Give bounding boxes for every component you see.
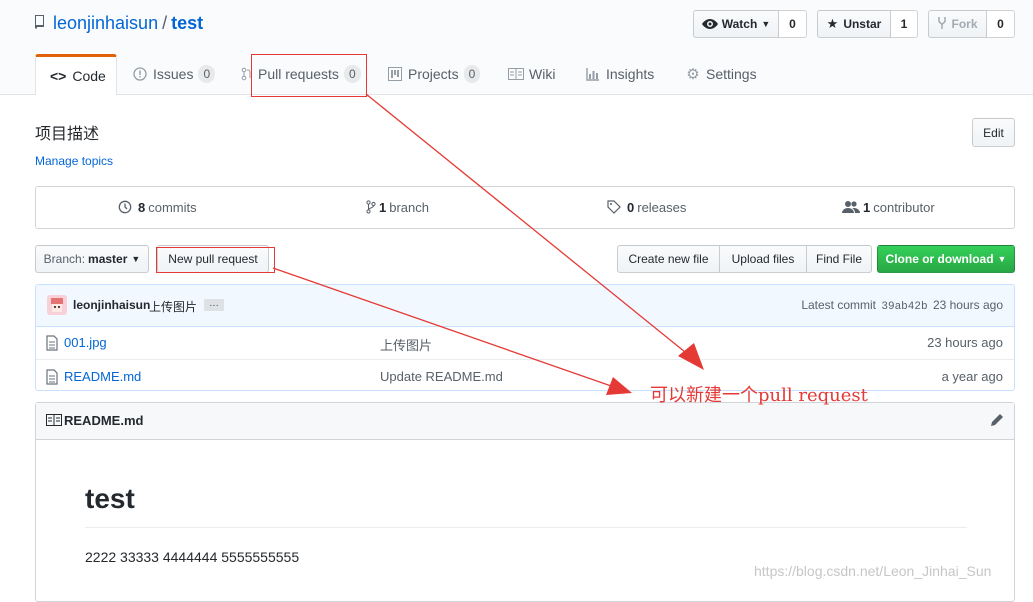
readme-body: 2222 33333 4444444 5555555555 <box>85 549 300 565</box>
releases-link[interactable]: 0 releases <box>606 199 686 215</box>
tab-wiki[interactable]: Wiki <box>508 54 555 94</box>
file-name-link[interactable]: README.md <box>64 369 141 384</box>
contributors-link[interactable]: 1 contributor <box>842 199 935 215</box>
numbers-summary: 8 commits 1 branch 0 releases 1 contribu… <box>35 186 1015 229</box>
fork-label: Fork <box>951 17 978 31</box>
unstar-button[interactable]: ★ Unstar <box>817 10 891 38</box>
file-commit-message[interactable]: Update README.md <box>380 369 503 384</box>
find-file-button[interactable]: Find File <box>806 245 872 273</box>
upload-files-button[interactable]: Upload files <box>719 245 807 273</box>
pull-requests-highlight-box <box>251 54 367 97</box>
watch-count[interactable]: 0 <box>779 10 807 38</box>
file-name-link[interactable]: 001.jpg <box>64 335 107 350</box>
graph-icon <box>585 66 601 82</box>
file-age: 23 hours ago <box>927 335 1003 350</box>
people-icon <box>842 199 860 215</box>
chevron-down-icon: ▼ <box>997 254 1007 264</box>
commit-sha[interactable]: 39ab42b <box>881 301 927 313</box>
repo-owner-link[interactable]: leonjinhaisun <box>53 13 158 33</box>
branch-select-button[interactable]: Branch: master ▼ <box>35 245 149 273</box>
releases-count: 0 <box>627 199 635 215</box>
commit-message[interactable]: 上传图片 <box>149 298 197 315</box>
star-count[interactable]: 1 <box>891 10 918 38</box>
file-listing: leonjinhaisun 上传图片 … Latest commit 39ab4… <box>35 284 1015 391</box>
tab-code[interactable]: <> Code <box>35 54 117 95</box>
tab-issues[interactable]: Issues 0 <box>132 54 216 94</box>
clone-or-download-button[interactable]: Clone or download ▼ <box>877 245 1015 273</box>
tab-settings-label: Settings <box>706 66 757 82</box>
branch-name: master <box>88 252 128 266</box>
tag-icon <box>606 199 622 215</box>
table-row[interactable]: 001.jpg 上传图片 23 hours ago <box>36 326 1014 359</box>
fork-count[interactable]: 0 <box>987 10 1015 38</box>
projects-counter: 0 <box>463 65 481 83</box>
new-pull-request-highlight-box <box>156 247 275 273</box>
repo-name-link[interactable]: test <box>171 13 203 33</box>
latest-commit-prefix: Latest commit <box>801 298 877 312</box>
branch-count: 1 <box>379 199 387 215</box>
eye-icon <box>701 16 718 32</box>
create-new-file-button[interactable]: Create new file <box>617 245 720 273</box>
latest-commit-bar: leonjinhaisun 上传图片 … Latest commit 39ab4… <box>36 285 1014 327</box>
tab-settings[interactable]: ⚙ Settings <box>685 54 757 94</box>
contributor-count: 1 <box>863 199 871 215</box>
git-branch-icon <box>366 199 376 215</box>
chevron-down-icon: ▼ <box>761 19 771 29</box>
latest-commit-age: 23 hours ago <box>932 298 1003 312</box>
avatar[interactable] <box>47 295 67 315</box>
annotation-text: 可以新建一个pull request <box>650 385 868 406</box>
project-icon <box>387 66 403 82</box>
issue-opened-icon <box>132 66 148 82</box>
chevron-down-icon: ▼ <box>131 254 141 264</box>
repo-separator: / <box>162 13 168 33</box>
commit-author[interactable]: leonjinhaisun <box>73 298 150 312</box>
file-icon <box>46 369 58 388</box>
manage-topics-link[interactable]: Manage topics <box>35 154 113 168</box>
commits-link[interactable]: 8 commits <box>117 199 197 215</box>
fork-icon <box>937 16 947 33</box>
releases-label: releases <box>637 199 687 215</box>
book-icon <box>508 66 524 82</box>
commits-label: commits <box>148 199 197 215</box>
commits-count: 8 <box>138 199 146 215</box>
watch-label: Watch <box>721 17 758 31</box>
edit-button[interactable]: Edit <box>972 118 1015 147</box>
history-icon <box>117 199 133 215</box>
branches-link[interactable]: 1 branch <box>366 199 429 215</box>
tab-projects[interactable]: Projects 0 <box>387 54 481 94</box>
clone-label: Clone or download <box>885 252 994 266</box>
tab-insights-label: Insights <box>606 66 655 82</box>
tab-projects-label: Projects <box>408 66 459 82</box>
file-icon <box>46 335 58 354</box>
pencil-icon[interactable] <box>990 413 1004 430</box>
readme-header: README.md <box>36 403 1014 440</box>
tab-issues-label: Issues <box>153 66 194 82</box>
gear-icon: ⚙ <box>686 66 700 83</box>
star-icon: ★ <box>826 16 839 31</box>
fork-button[interactable]: Fork <box>928 10 987 38</box>
repo-description: 项目描述 <box>35 126 100 143</box>
contributor-label: contributor <box>873 199 935 215</box>
repo-icon <box>34 14 46 30</box>
tab-wiki-label: Wiki <box>529 66 556 82</box>
file-commit-message[interactable]: 上传图片 <box>380 335 432 354</box>
branch-label: branch <box>389 199 429 215</box>
file-age: a year ago <box>941 369 1003 384</box>
heading-divider <box>85 527 967 528</box>
readme-heading: test <box>85 483 135 514</box>
watch-button[interactable]: Watch ▼ <box>693 10 779 38</box>
code-icon: <> <box>50 68 67 84</box>
issues-counter: 0 <box>198 65 216 83</box>
unstar-label: Unstar <box>843 17 882 31</box>
latest-commit-info: Latest commit 39ab42b 23 hours ago <box>801 298 1003 313</box>
branch-prefix: Branch: <box>43 252 86 266</box>
commit-expand-button[interactable]: … <box>204 299 224 311</box>
book-icon <box>46 414 62 429</box>
readme-filename: README.md <box>64 413 144 428</box>
watermark: https://blog.csdn.net/Leon_Jinhai_Sun <box>754 563 992 579</box>
repo-title: leonjinhaisun / test <box>35 13 203 34</box>
tab-insights[interactable]: Insights <box>585 54 654 94</box>
tab-code-label: Code <box>72 68 106 84</box>
